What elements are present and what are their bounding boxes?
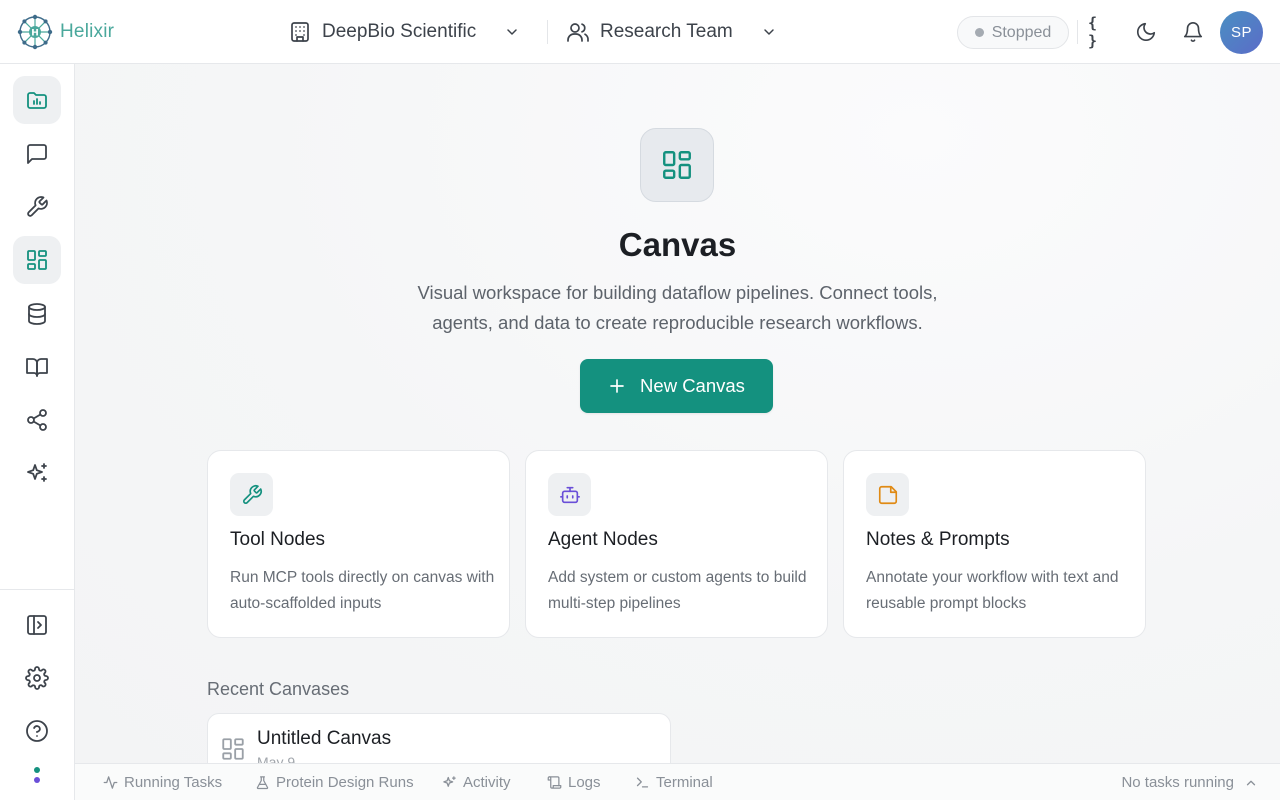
plus-icon — [608, 377, 626, 395]
top-bar: H Helixir DeepBio Scientific Research Te… — [0, 0, 1280, 64]
team-name: Research Team — [600, 21, 733, 42]
task-status-label: No tasks running — [1121, 774, 1234, 791]
wrench-icon — [230, 473, 273, 516]
sidebar-item-share[interactable] — [13, 396, 61, 444]
card-description: Run MCP tools directly on canvas with au… — [230, 569, 495, 612]
logs-label: Logs — [568, 774, 601, 791]
running-tasks-tab[interactable]: Running Tasks — [103, 764, 222, 800]
recent-canvas-date: May 9 — [257, 754, 296, 763]
card-title: Tool Nodes — [230, 529, 326, 550]
chevron-down-icon — [761, 24, 777, 40]
layout-grid-icon — [25, 248, 49, 272]
sidebar-item-tools[interactable] — [13, 183, 61, 231]
page-title: Canvas — [618, 226, 737, 263]
layout-grid-icon — [220, 736, 246, 762]
help-circle-icon — [25, 719, 49, 743]
card-title: Notes & Prompts — [866, 529, 1010, 550]
card-description: Annotate your workflow with text and reu… — [866, 569, 1119, 612]
sidebar-item-ai[interactable] — [13, 449, 61, 497]
recent-canvas-item[interactable]: Untitled Canvas May 9 — [207, 713, 671, 763]
sparkles-icon — [25, 461, 49, 485]
running-tasks-label: Running Tasks — [124, 774, 223, 791]
terminal-label: Terminal — [656, 774, 713, 791]
status-label: Stopped — [991, 23, 1052, 41]
status-dot — [974, 28, 984, 37]
feature-card-tool-nodes[interactable]: Tool Nodes Run MCP tools directly on can… — [207, 450, 510, 638]
sidebar-item-chat[interactable] — [13, 130, 61, 178]
organization-name: DeepBio Scientific — [322, 21, 477, 42]
bot-icon — [548, 473, 591, 516]
recent-canvas-title: Untitled Canvas — [257, 728, 392, 749]
card-title: Agent Nodes — [548, 529, 658, 550]
organization-selector[interactable]: DeepBio Scientific — [288, 14, 520, 50]
terminal-icon — [635, 775, 650, 790]
page-description: Visual workspace for building dataflow p… — [417, 282, 938, 333]
status-badge[interactable]: Stopped — [957, 16, 1069, 49]
scroll-icon — [547, 775, 562, 790]
flask-icon — [255, 775, 270, 790]
canvas-hero-icon — [640, 128, 714, 202]
header-divider — [547, 20, 548, 44]
svg-text:H: H — [31, 29, 39, 39]
protein-design-runs-tab[interactable]: Protein Design Runs — [255, 764, 414, 800]
sidebar-expand-button[interactable] — [13, 601, 61, 649]
building-icon — [288, 20, 312, 44]
moon-icon[interactable] — [1134, 20, 1158, 44]
wrench-icon — [25, 195, 49, 219]
sidebar-settings-button[interactable] — [13, 654, 61, 702]
avatar[interactable]: SP — [1220, 11, 1263, 54]
logs-tab[interactable]: Logs — [547, 764, 601, 800]
gear-icon — [25, 666, 49, 690]
helixir-logo-icon: H — [16, 13, 54, 51]
chevron-down-icon — [504, 24, 520, 40]
book-open-icon — [25, 355, 49, 379]
sidebar-item-projects[interactable] — [13, 76, 61, 124]
activity-tab[interactable]: Activity — [442, 764, 511, 800]
folder-chart-icon — [25, 88, 49, 112]
sidebar-item-canvas[interactable] — [13, 236, 61, 284]
sticky-note-icon — [866, 473, 909, 516]
sidebar-item-data[interactable] — [13, 290, 61, 338]
new-canvas-label: New Canvas — [640, 375, 745, 396]
sparkles-icon — [442, 775, 457, 790]
terminal-tab[interactable]: Terminal — [635, 764, 713, 800]
protein-design-runs-label: Protein Design Runs — [276, 774, 414, 791]
users-icon — [566, 20, 590, 44]
card-description: Add system or custom agents to build mul… — [548, 569, 807, 612]
activity-label: Activity — [463, 774, 511, 791]
app-name: Helixir — [60, 21, 115, 42]
brand[interactable]: H Helixir — [16, 12, 114, 52]
feature-card-agent-nodes[interactable]: Agent Nodes Add system or custom agents … — [525, 450, 828, 638]
feature-card-notes-prompts[interactable]: Notes & Prompts Annotate your workflow w… — [843, 450, 1146, 638]
recent-canvases-heading: Recent Canvases — [207, 679, 350, 699]
chevron-up-icon — [1244, 776, 1258, 790]
team-selector[interactable]: Research Team — [566, 14, 777, 50]
sidebar-help-button[interactable] — [13, 707, 61, 755]
bottom-status-bar: Running Tasks Protein Design Runs Activi… — [75, 763, 1280, 800]
header-divider — [1077, 20, 1078, 44]
sidebar-item-library[interactable] — [13, 343, 61, 391]
activity-icon — [103, 775, 118, 790]
sidebar — [0, 64, 75, 800]
connection-status-dots — [33, 767, 41, 787]
new-canvas-button[interactable]: New Canvas — [580, 359, 773, 413]
message-square-icon — [25, 142, 49, 166]
task-status-toggle[interactable]: No tasks running — [1121, 764, 1258, 800]
share-nodes-icon — [25, 408, 49, 432]
panel-expand-icon — [25, 613, 49, 637]
bell-icon[interactable] — [1181, 20, 1205, 44]
main-content: Canvas Visual workspace for building dat… — [75, 64, 1280, 763]
braces-icon[interactable]: { } — [1088, 14, 1112, 50]
database-icon — [25, 302, 49, 326]
sidebar-divider — [0, 589, 74, 590]
